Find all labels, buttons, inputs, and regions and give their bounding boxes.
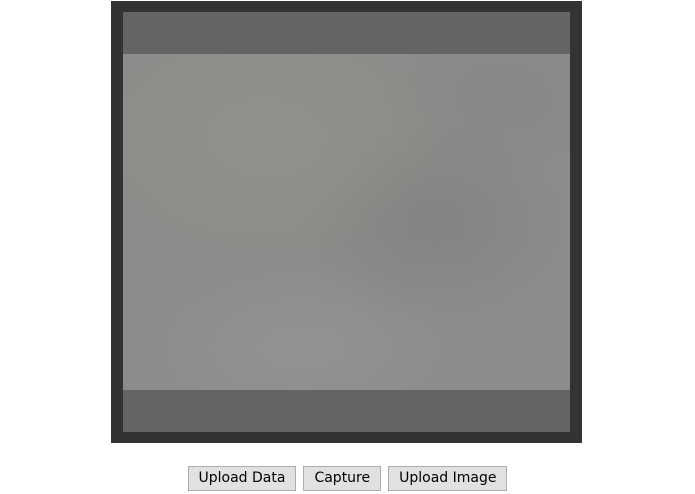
camera-feed xyxy=(123,12,570,432)
action-button-bar: Upload Data Capture Upload Image xyxy=(0,466,695,492)
camera-viewer-frame xyxy=(111,1,582,443)
upload-data-button[interactable]: Upload Data xyxy=(187,466,297,491)
page: Upload Data Capture Upload Image xyxy=(0,0,695,494)
capture-button[interactable]: Capture xyxy=(303,466,382,491)
camera-video-area[interactable] xyxy=(123,12,570,432)
upload-image-button[interactable]: Upload Image xyxy=(388,466,508,491)
letterbox-bottom-bar xyxy=(123,390,570,432)
letterbox-top-bar xyxy=(123,12,570,54)
